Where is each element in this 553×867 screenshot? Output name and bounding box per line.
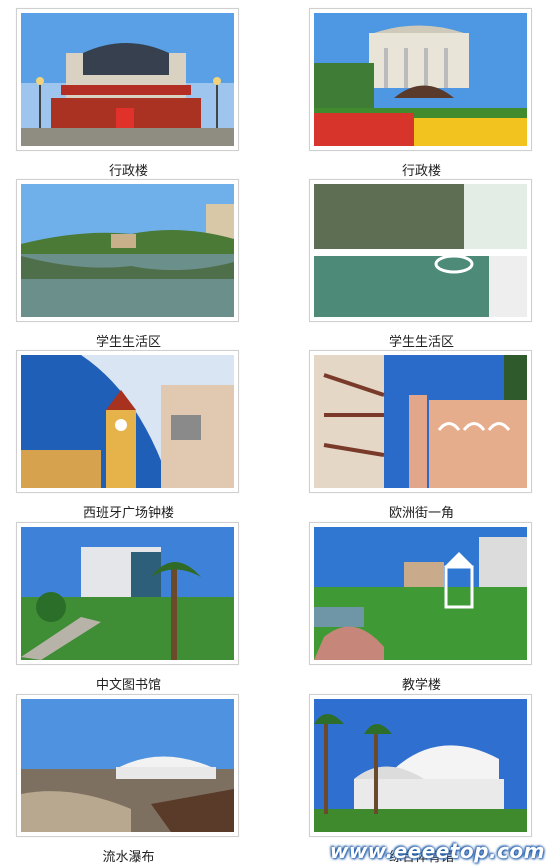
photo-frame[interactable] [309, 8, 532, 151]
waterfall-stream-photo[interactable] [21, 699, 234, 832]
sports-hall-photo[interactable] [314, 699, 527, 832]
photo-frame[interactable] [309, 179, 532, 322]
photo-caption: 西班牙广场钟楼 [82, 506, 174, 521]
photo-caption: 学生生活区 [95, 335, 161, 350]
photo-frame[interactable] [309, 694, 532, 837]
european-street-photo[interactable] [314, 355, 527, 488]
photo-frame[interactable] [16, 179, 239, 322]
photo-caption: 中文图书馆 [95, 678, 161, 693]
photo-frame[interactable] [309, 522, 532, 665]
photo-caption: 学生生活区 [388, 335, 454, 350]
photo-caption: 流水瀑布 [102, 850, 155, 865]
photo-frame[interactable] [309, 350, 532, 493]
photo-caption: 教学楼 [401, 678, 441, 693]
photo-caption: 行政楼 [401, 164, 441, 179]
admin-building-photo[interactable] [21, 13, 234, 146]
teaching-building-photo[interactable] [314, 527, 527, 660]
photo-frame[interactable] [16, 694, 239, 837]
photo-caption: 欧洲街一角 [388, 506, 454, 521]
spanish-square-clocktower-photo[interactable] [21, 355, 234, 488]
photo-frame[interactable] [16, 522, 239, 665]
photo-caption: 行政楼 [108, 164, 148, 179]
admin-building-garden-photo[interactable] [314, 13, 527, 146]
chinese-library-photo[interactable] [21, 527, 234, 660]
site-watermark: www.eeeetop.com [329, 839, 545, 863]
student-area-canal-photo[interactable] [314, 184, 527, 317]
photo-frame[interactable] [16, 350, 239, 493]
student-area-lake-photo[interactable] [21, 184, 234, 317]
photo-frame[interactable] [16, 8, 239, 151]
